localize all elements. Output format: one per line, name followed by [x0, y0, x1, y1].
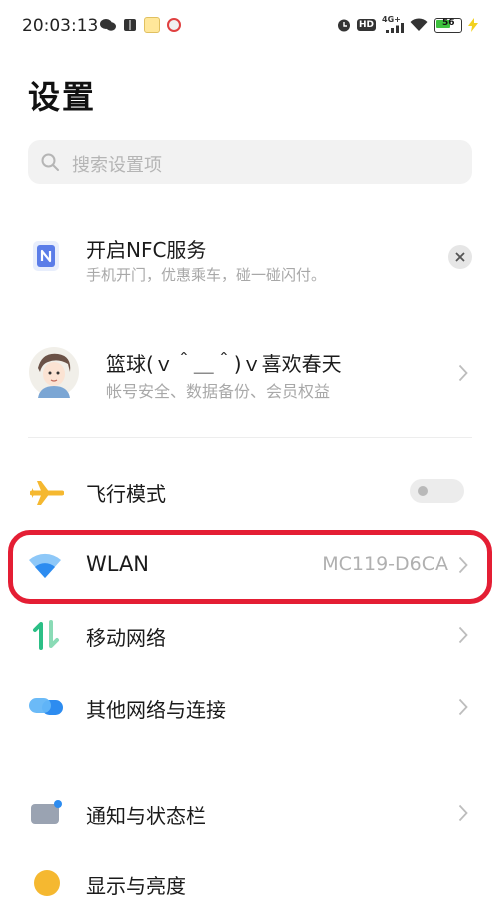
highlight-frame — [8, 530, 492, 604]
close-icon — [455, 252, 465, 262]
display-icon — [34, 870, 60, 896]
battery-icon: 56 — [434, 17, 462, 33]
mobile-network-label: 移动网络 — [86, 626, 166, 650]
status-bar: 20:03:13 HD 4G+ 56 — [0, 0, 500, 52]
other-connections-label: 其他网络与连接 — [86, 698, 226, 722]
status-left-icons — [100, 17, 181, 33]
divider — [28, 437, 472, 438]
chevron-right-icon — [458, 626, 468, 644]
settings-item-mobile-network[interactable]: 移动网络 — [0, 610, 500, 662]
nfc-subtitle: 手机开门，优惠乘车，碰一碰闪付。 — [86, 266, 327, 284]
avatar — [29, 347, 79, 398]
nfc-title: 开启NFC服务 — [86, 238, 207, 262]
settings-item-display[interactable]: 显示与亮度 — [0, 862, 500, 914]
settings-item-other-connections[interactable]: 其他网络与连接 — [0, 682, 500, 734]
airplane-mode-label: 飞行模式 — [86, 482, 166, 506]
status-time: 20:03:13 — [22, 16, 99, 36]
airplane-mode-toggle[interactable] — [410, 479, 464, 503]
red-app-icon — [167, 18, 181, 32]
page-title: 设置 — [28, 78, 97, 116]
display-label: 显示与亮度 — [86, 874, 186, 898]
search-icon — [41, 153, 59, 171]
wifi-icon — [410, 18, 428, 31]
alarm-icon — [337, 19, 350, 32]
chevron-right-icon — [458, 804, 468, 822]
connections-icon — [29, 698, 63, 715]
close-button[interactable] — [448, 245, 472, 269]
search-placeholder: 搜索设置项 — [72, 155, 162, 176]
settings-item-notifications[interactable]: 通知与状态栏 — [0, 788, 500, 840]
notification-icon — [31, 800, 62, 824]
chevron-right-icon — [458, 364, 468, 382]
book-icon — [124, 19, 136, 31]
chevron-right-icon — [458, 698, 468, 716]
account-name: 篮球(ｖ＾＿＾)ｖ喜欢春天 — [106, 352, 342, 376]
account-row[interactable]: 篮球(ｖ＾＿＾)ｖ喜欢春天 帐号安全、数据备份、会员权益 — [0, 340, 500, 416]
signal-4g-icon: 4G+ — [382, 15, 404, 33]
nfc-icon — [33, 241, 59, 271]
search-input[interactable]: 搜索设置项 — [28, 140, 472, 184]
account-subtitle: 帐号安全、数据备份、会员权益 — [106, 382, 331, 401]
battery-level: 56 — [442, 17, 455, 28]
yellow-app-icon — [144, 17, 160, 33]
hd-icon: HD — [356, 19, 376, 31]
status-right-icons: HD 4G+ 56 — [337, 15, 478, 33]
nfc-card[interactable]: 开启NFC服务 手机开门，优惠乘车，碰一碰闪付。 — [0, 226, 500, 296]
airplane-icon — [30, 481, 64, 505]
mobile-data-icon — [33, 620, 59, 650]
notifications-label: 通知与状态栏 — [86, 804, 206, 828]
toggle-knob — [418, 486, 428, 496]
charging-icon — [468, 18, 478, 32]
wechat-icon — [100, 19, 116, 31]
